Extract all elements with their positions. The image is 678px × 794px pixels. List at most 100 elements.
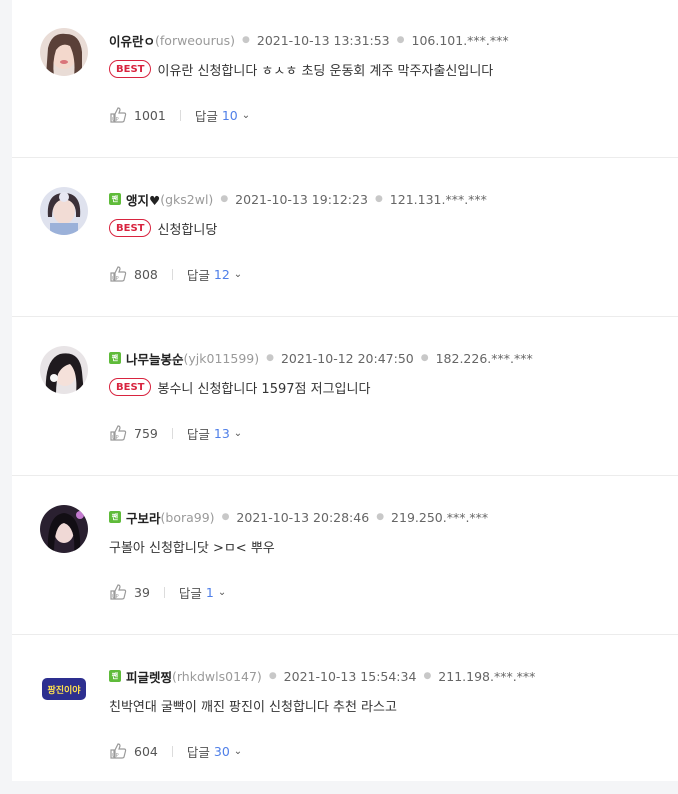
like-count: 604	[134, 743, 158, 759]
separator-dot: ●	[374, 194, 383, 204]
avatar[interactable]	[40, 346, 88, 394]
reply-label: 답글	[178, 585, 202, 601]
comment-list: 이유란ㅇ (forweourus) ● 2021-10-13 13:31:53 …	[12, 0, 678, 781]
thumbs-up-icon[interactable]: UP	[109, 265, 129, 283]
comment-ip: 182.226.***.***	[435, 350, 533, 366]
comment-ip: 219.250.***.***	[391, 509, 489, 525]
chevron-down-icon: ⌄	[233, 745, 243, 757]
reply-button[interactable]: 답글 10 ⌄	[195, 106, 250, 125]
chevron-down-icon: ⌄	[233, 268, 243, 280]
comment-actions: UP 1001 답글 10 ⌄	[109, 106, 250, 124]
comment-date: 2021-10-13 19:12:23	[235, 191, 368, 207]
separator-dot: ●	[220, 194, 229, 204]
user-id: (gks2wl)	[160, 191, 214, 207]
comment-item: 팬 나무늘봉순 (yjk011599) ● 2021-10-12 20:47:5…	[12, 318, 678, 476]
svg-text:UP: UP	[112, 594, 119, 600]
fan-badge: 팬	[109, 352, 121, 364]
comment-date: 2021-10-13 20:28:46	[236, 509, 370, 525]
separator-dot: ●	[423, 671, 432, 681]
nickname[interactable]: 나무늘봉순	[126, 349, 184, 368]
comment-meta: 팬 구보라 (bora99) ● 2021-10-13 20:28:46 ● 2…	[109, 508, 488, 526]
comment-actions: UP 808 답글 12 ⌄	[109, 265, 242, 283]
fan-badge: 팬	[109, 670, 121, 682]
avatar[interactable]	[40, 505, 88, 553]
svg-text:UP: UP	[112, 276, 119, 282]
reply-button[interactable]: 답글 12 ⌄	[187, 265, 242, 284]
comment-meta: 팬 나무늘봉순 (yjk011599) ● 2021-10-12 20:47:5…	[109, 349, 533, 367]
like-count: 1001	[134, 107, 166, 123]
comment-actions: UP 759 답글 13 ⌄	[109, 424, 242, 442]
avatar-text: 팡진이야	[47, 684, 81, 696]
avatar[interactable]	[40, 187, 88, 235]
reply-label: 답글	[194, 108, 218, 124]
chevron-down-icon: ⌄	[217, 586, 227, 598]
comment-date: 2021-10-13 13:31:53	[256, 32, 390, 48]
comment-date: 2021-10-13 15:54:34	[283, 668, 417, 684]
separator-dot: ●	[268, 671, 277, 681]
comment-ip: 211.198.***.***	[438, 668, 536, 684]
comment-date: 2021-10-12 20:47:50	[280, 350, 414, 366]
comment-meta: 팬 피글렛찡 (rhkdwls0147) ● 2021-10-13 15:54:…	[109, 667, 535, 685]
separator-dot: ●	[420, 353, 429, 363]
nickname[interactable]: 앵지♥	[126, 190, 160, 209]
comment-text: 신청합니당	[157, 222, 218, 238]
best-badge: BEST	[109, 378, 152, 396]
comment-ip: 106.101.***.***	[411, 32, 509, 48]
best-badge: BEST	[109, 219, 152, 237]
divider	[171, 427, 173, 439]
separator-dot: ●	[396, 35, 405, 45]
user-id: (bora99)	[160, 509, 215, 525]
divider	[171, 268, 173, 280]
user-id: (forweourus)	[155, 32, 236, 48]
comment-body: 구볼아 신청합니닷 >ㅁ< 뿌우	[109, 535, 275, 557]
reply-label: 답글	[186, 744, 210, 760]
reply-button[interactable]: 답글 1 ⌄	[179, 583, 226, 602]
divider	[179, 109, 181, 121]
reply-label: 답글	[186, 426, 210, 442]
comment-body: BEST 신청합니당	[109, 217, 217, 239]
nickname[interactable]: 이유란ㅇ	[109, 31, 155, 50]
svg-text:UP: UP	[112, 435, 119, 441]
comment-item: 이유란ㅇ (forweourus) ● 2021-10-13 13:31:53 …	[12, 0, 678, 158]
reply-count: 12	[213, 266, 230, 282]
like-count: 808	[134, 266, 158, 282]
comment-actions: UP 604 답글 30 ⌄	[109, 742, 242, 760]
fan-badge: 팬	[109, 193, 121, 205]
comment-actions: UP 39 답글 1 ⌄	[109, 583, 226, 601]
separator-dot: ●	[376, 512, 385, 522]
reply-count: 1	[205, 584, 214, 600]
comment-ip: 121.131.***.***	[389, 191, 487, 207]
nickname[interactable]: 구보라	[126, 508, 161, 527]
separator-dot: ●	[266, 353, 274, 363]
nickname[interactable]: 피글렛찡	[126, 667, 172, 686]
comment-meta: 팬 앵지♥ (gks2wl) ● 2021-10-13 19:12:23 ● 1…	[109, 190, 487, 208]
comment-item: 팬 구보라 (bora99) ● 2021-10-13 20:28:46 ● 2…	[12, 477, 678, 635]
fan-badge: 팬	[109, 511, 121, 523]
comment-body: BEST 봉수니 신청합니다 1597점 저그입니다	[109, 376, 370, 398]
svg-text:UP: UP	[112, 117, 119, 123]
reply-label: 답글	[186, 267, 210, 283]
avatar[interactable]	[40, 28, 88, 76]
thumbs-up-icon[interactable]: UP	[109, 583, 129, 601]
thumbs-up-icon[interactable]: UP	[109, 106, 129, 124]
separator-dot: ●	[242, 35, 250, 45]
reply-button[interactable]: 답글 30 ⌄	[187, 742, 242, 761]
thumbs-up-icon[interactable]: UP	[109, 424, 129, 442]
comment-item: 팡진이야 팬 피글렛찡 (rhkdwls0147) ● 2021-10-13 1…	[12, 636, 678, 794]
reply-button[interactable]: 답글 13 ⌄	[187, 424, 242, 443]
thumbs-up-icon[interactable]: UP	[109, 742, 129, 760]
comment-text: 친박연대 굴빡이 깨진 팡진이 신청합니다 추천 라스고	[109, 699, 397, 715]
avatar[interactable]: 팡진이야	[40, 664, 88, 712]
divider	[171, 745, 173, 757]
divider	[163, 586, 165, 598]
separator-dot: ●	[221, 512, 230, 522]
chevron-down-icon: ⌄	[233, 427, 243, 439]
comment-body: BEST 이유란 신청합니다 ㅎㅅㅎ 초딩 운동회 계주 막주자출신입니다	[109, 58, 493, 80]
user-id: (yjk011599)	[183, 350, 260, 366]
chevron-down-icon: ⌄	[241, 109, 251, 121]
reply-count: 30	[213, 743, 230, 759]
reply-count: 13	[213, 425, 230, 441]
svg-text:UP: UP	[112, 753, 119, 759]
comment-meta: 이유란ㅇ (forweourus) ● 2021-10-13 13:31:53 …	[109, 31, 509, 49]
like-count: 39	[134, 584, 150, 600]
